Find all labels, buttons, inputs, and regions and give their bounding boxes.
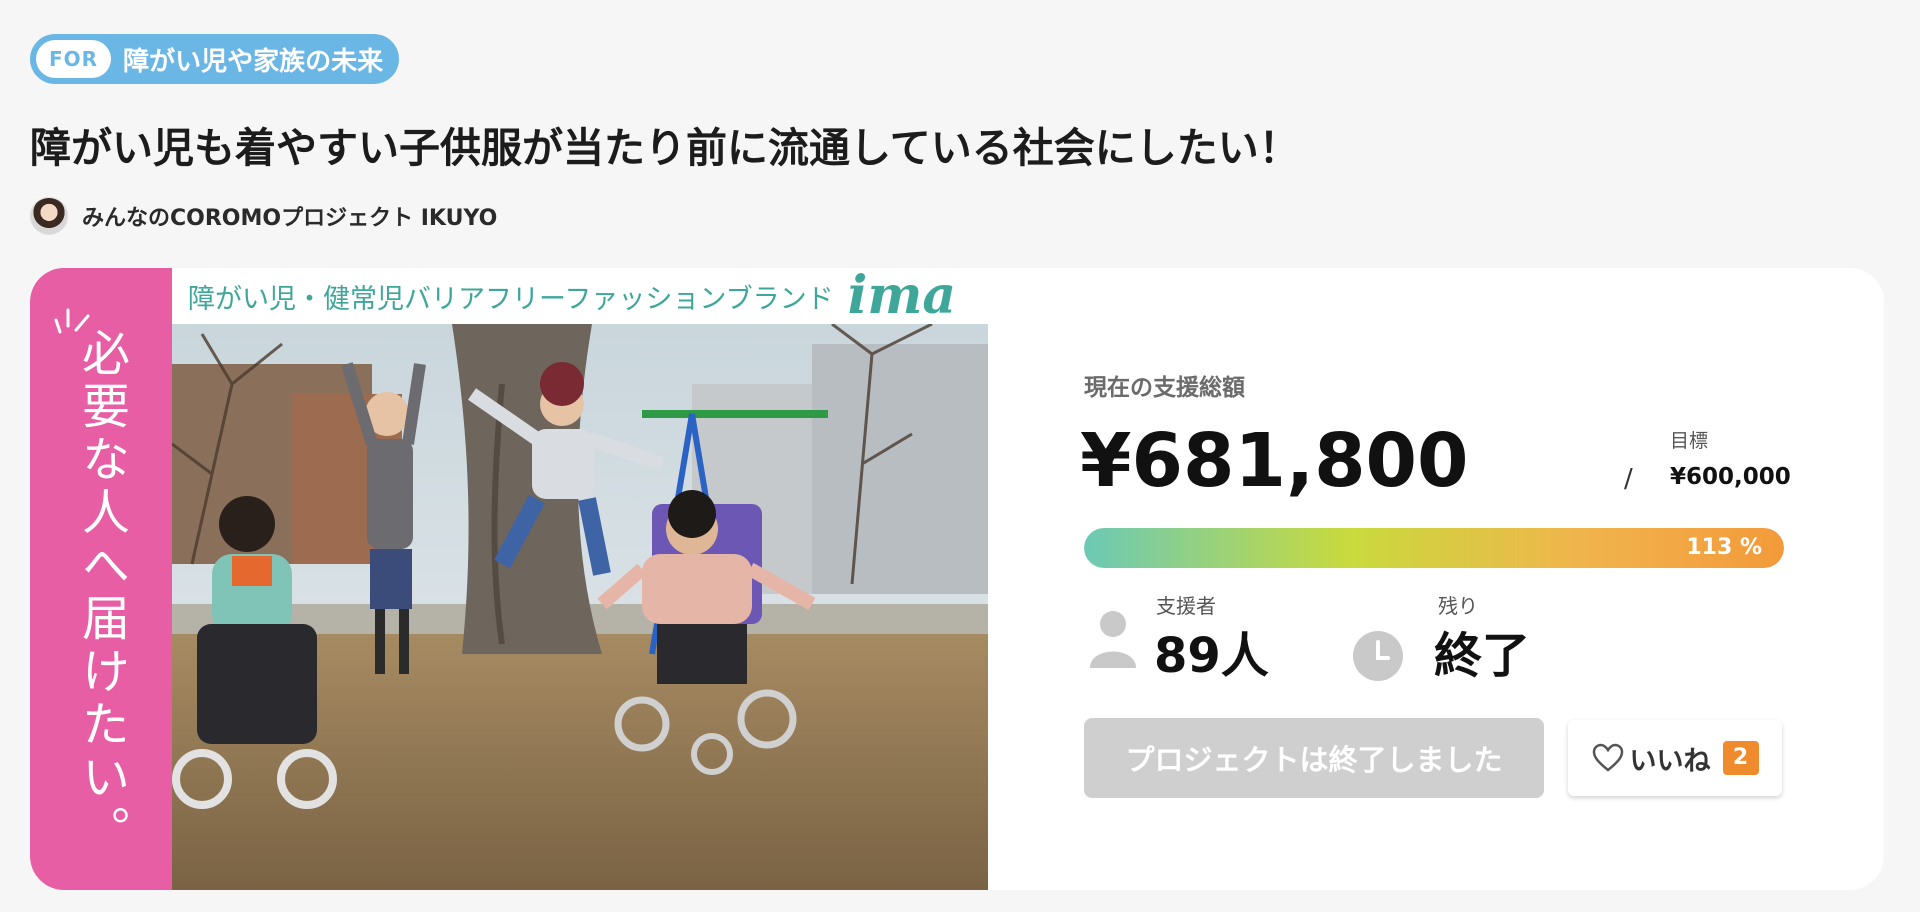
goal-label: 目標 xyxy=(1670,430,1709,452)
brand-strip: 障がい児・健常児バリアフリーファッションブランド ima xyxy=(172,268,988,324)
project-ended-button[interactable]: プロジェクトは終了しました xyxy=(1084,718,1544,798)
project-owner[interactable]: みんなのCOROMOプロジェクト IKUYO xyxy=(30,197,497,235)
person-icon xyxy=(1090,611,1136,668)
progress-percent: 113 % xyxy=(1686,535,1762,560)
for-label: FOR xyxy=(36,40,112,78)
like-label: いいね xyxy=(1629,745,1711,777)
goal-separator: / xyxy=(1624,464,1633,494)
project-photo xyxy=(172,324,988,890)
owner-name[interactable]: みんなのCOROMOプロジェクト IKUYO xyxy=(82,200,497,232)
vertical-message: 必要な人へ届けたい。 xyxy=(73,328,129,858)
category-text: 障がい児や家族の未来 xyxy=(123,46,384,77)
backers-count: 89人 xyxy=(1154,628,1269,684)
pink-side-band: 必要な人へ届けたい。 xyxy=(30,268,172,890)
goal-amount: ¥600,000 xyxy=(1670,464,1791,490)
heart-icon xyxy=(1592,743,1623,772)
project-title: 障がい児も着やすい子供服が当たり前に流通している社会にしたい！ xyxy=(30,124,1300,172)
project-page: FOR 障がい児や家族の未来 障がい児も着やすい子供服が当たり前に流通している社… xyxy=(0,0,1920,912)
backers-label: 支援者 xyxy=(1156,594,1216,618)
project-card: 必要な人へ届けたい。 障がい児・健常児バリアフリーファッションブランド ima xyxy=(30,268,1884,890)
like-button[interactable]: いいね 2 xyxy=(1568,720,1782,796)
remaining-value: 終了 xyxy=(1434,628,1531,684)
brand-logo: ima xyxy=(847,268,957,326)
current-support-label: 現在の支援総額 xyxy=(1084,375,1245,401)
category-tag[interactable]: FOR 障がい児や家族の未来 xyxy=(30,34,400,84)
children-jumping-photo xyxy=(172,324,988,890)
progress-bar: 113 % xyxy=(1084,528,1784,568)
avatar xyxy=(30,197,68,235)
clock-icon xyxy=(1353,631,1403,681)
like-count-badge: 2 xyxy=(1722,741,1759,775)
progress-fill xyxy=(1084,528,1784,568)
current-amount: ¥681,800 xyxy=(1080,418,1469,504)
brand-tagline: 障がい児・健常児バリアフリーファッションブランド xyxy=(188,283,834,315)
remaining-label: 残り xyxy=(1438,594,1478,618)
